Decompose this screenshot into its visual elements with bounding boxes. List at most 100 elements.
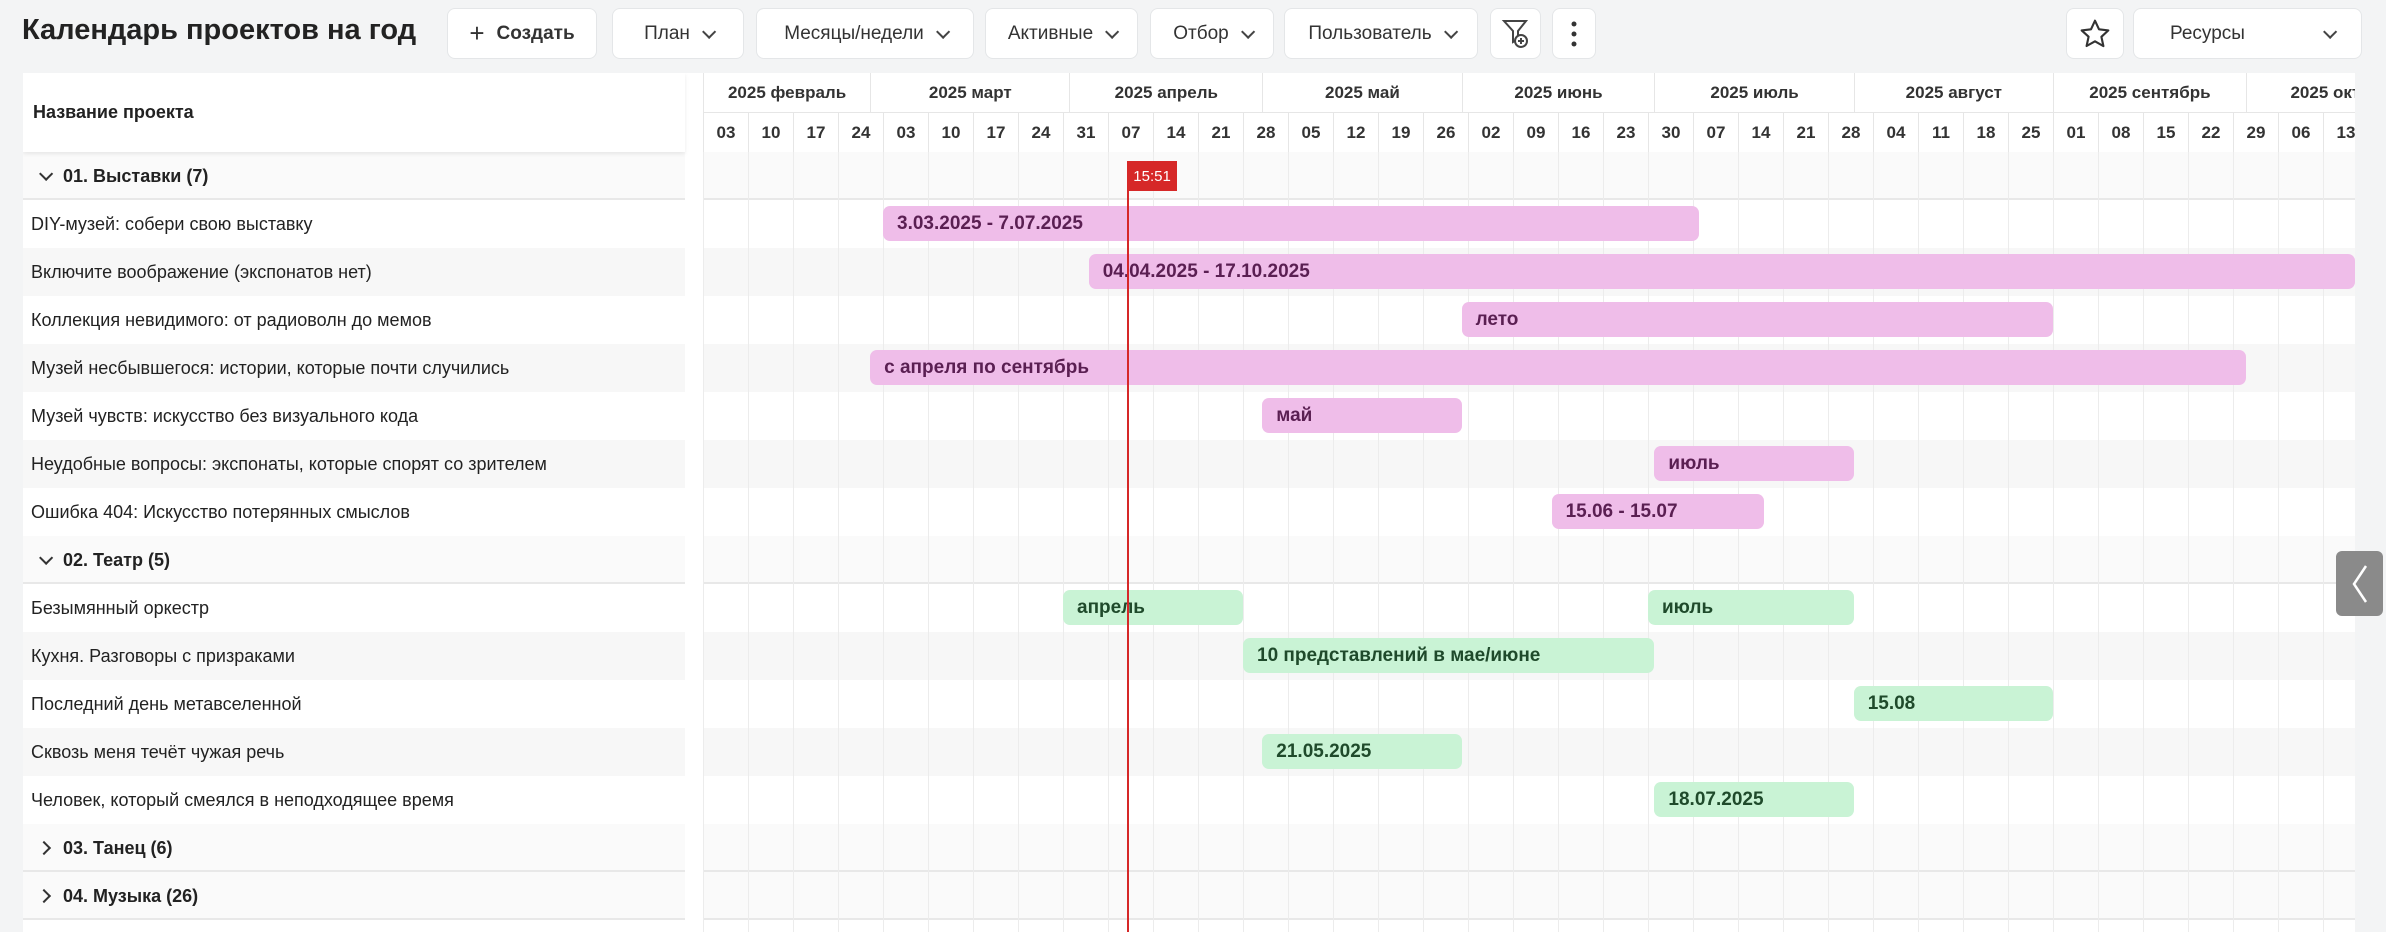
row-label: 01. Выставки (7) bbox=[31, 152, 208, 200]
timeline-bar[interactable]: 04.04.2025 - 17.10.2025 bbox=[1088, 254, 2355, 289]
chevron-down-icon[interactable] bbox=[39, 166, 54, 181]
chevron-down-icon bbox=[701, 24, 717, 39]
row-title: Кухня. Разговоры с призраками bbox=[31, 645, 295, 666]
row-label: Сквозь меня течёт чужая речь bbox=[31, 728, 284, 776]
month-header: 2025 июль bbox=[1654, 73, 1853, 112]
week-header: 30 bbox=[1648, 112, 1693, 152]
add-filter-button[interactable] bbox=[1490, 8, 1541, 59]
week-header: 17 bbox=[793, 112, 838, 152]
week-header: 07 bbox=[1693, 112, 1738, 152]
row-label: Коллекция невидимого: от радиоволн до ме… bbox=[31, 296, 432, 344]
timeline-bar[interactable]: апрель bbox=[1063, 590, 1243, 625]
week-header: 03 bbox=[703, 112, 748, 152]
timeline-bar[interactable]: 15.06 - 15.07 bbox=[1551, 494, 1764, 529]
week-header: 16 bbox=[1558, 112, 1603, 152]
timeline-bar[interactable]: лето bbox=[1461, 302, 2053, 337]
timeline-bar[interactable]: с апреля по сентябрь bbox=[870, 350, 2246, 385]
week-header: 14 bbox=[1738, 112, 1783, 152]
timeline-bar[interactable]: июль bbox=[1648, 590, 1854, 625]
resources-dropdown[interactable]: Ресурсы bbox=[2133, 8, 2362, 59]
more-vertical-icon bbox=[1571, 21, 1577, 46]
collapse-side-panel-button[interactable] bbox=[2336, 551, 2383, 616]
week-header: 21 bbox=[1783, 112, 1828, 152]
page-title: Календарь проектов на год bbox=[22, 14, 417, 46]
row-label: Ошибка 404: Искусство потерянных смыслов bbox=[31, 488, 410, 536]
row-label: Кухня. Разговоры с призраками bbox=[31, 632, 295, 680]
week-header: 29 bbox=[2233, 112, 2278, 152]
filter-dropdown[interactable]: Отбор bbox=[1150, 8, 1274, 59]
row-title: Сквозь меня течёт чужая речь bbox=[31, 741, 285, 762]
week-header: 17 bbox=[973, 112, 1018, 152]
week-header: 14 bbox=[1153, 112, 1198, 152]
more-button[interactable] bbox=[1552, 8, 1596, 59]
chevron-right-icon[interactable] bbox=[36, 840, 52, 856]
week-header: 28 bbox=[1828, 112, 1873, 152]
user-dropdown[interactable]: Пользователь bbox=[1284, 8, 1478, 59]
row-title: DIY-музей: собери свою выставку bbox=[31, 213, 313, 234]
favorite-button[interactable] bbox=[2066, 8, 2124, 59]
week-header: 07 bbox=[1108, 112, 1153, 152]
status-dropdown[interactable]: Активные bbox=[985, 8, 1138, 59]
timeline-bar[interactable]: 18.07.2025 bbox=[1654, 782, 1854, 817]
week-header: 01 bbox=[2053, 112, 2098, 152]
week-header: 10 bbox=[748, 112, 793, 152]
row-title: 02. Театр (5) bbox=[63, 549, 170, 570]
timeline-bar[interactable]: 21.05.2025 bbox=[1262, 734, 1462, 769]
timeline-bar[interactable]: 15.08 bbox=[1853, 686, 2053, 721]
row-title: 01. Выставки (7) bbox=[63, 165, 209, 186]
row-title: Человек, который смеялся в неподходящее … bbox=[31, 789, 454, 810]
grid-line bbox=[748, 152, 749, 932]
timeline-bar[interactable]: май bbox=[1262, 398, 1462, 433]
row-label: Музей несбывшегося: истории, которые поч… bbox=[31, 344, 509, 392]
timeline-bar[interactable]: июль bbox=[1654, 446, 1854, 481]
week-header: 11 bbox=[1918, 112, 1963, 152]
week-header: 26 bbox=[1423, 112, 1468, 152]
grid-line bbox=[703, 152, 704, 932]
row-title: Музей несбывшегося: истории, которые поч… bbox=[31, 357, 510, 378]
plan-dropdown[interactable]: План bbox=[612, 8, 744, 59]
month-header: 2025 март bbox=[870, 73, 1069, 112]
month-header: 2025 октябрь bbox=[2245, 73, 2355, 112]
week-header: 24 bbox=[1018, 112, 1063, 152]
row-label: Включите воображение (экспонатов нет) bbox=[31, 248, 372, 296]
month-header: 2025 апрель bbox=[1069, 73, 1262, 112]
timeline-bar[interactable]: 10 представлений в мае/июне bbox=[1243, 638, 1655, 673]
view-dropdown[interactable]: Месяцы/недели bbox=[756, 8, 974, 59]
chevron-right-icon[interactable] bbox=[36, 888, 52, 904]
chevron-left-icon bbox=[2351, 564, 2367, 603]
week-header: 19 bbox=[1378, 112, 1423, 152]
row-label: Безымянный оркестр bbox=[31, 584, 209, 632]
row-label: Последний день метавселенной bbox=[31, 680, 302, 728]
row-title: Последний день метавселенной bbox=[31, 693, 302, 714]
grid-line bbox=[1063, 152, 1064, 932]
name-column-header[interactable]: Название проекта bbox=[23, 73, 685, 152]
chevron-down-icon[interactable] bbox=[39, 550, 54, 565]
row-title: 04. Музыка (26) bbox=[63, 885, 199, 906]
row-label: Неудобные вопросы: экспонаты, которые сп… bbox=[31, 440, 547, 488]
week-header: 25 bbox=[2008, 112, 2053, 152]
week-header: 28 bbox=[1243, 112, 1288, 152]
timeline: 2025 февраль 2025 март 2025 апрель 2025 май… bbox=[703, 73, 2355, 932]
week-header: 13 bbox=[2323, 112, 2355, 152]
row-title: Коллекция невидимого: от радиоволн до ме… bbox=[31, 309, 432, 330]
row-title: 03. Танец (6) bbox=[63, 837, 173, 858]
row-title: Музей чувств: искусство без визуального … bbox=[31, 405, 419, 426]
grid-line bbox=[1018, 152, 1019, 932]
week-header: 09 bbox=[1513, 112, 1558, 152]
grid-line bbox=[928, 152, 929, 932]
row-label: 04. Музыка (26) bbox=[31, 872, 198, 920]
week-header: 23 bbox=[1603, 112, 1648, 152]
month-header: 2025 июнь bbox=[1461, 73, 1655, 112]
timeline-bar[interactable]: 3.03.2025 - 7.07.2025 bbox=[883, 206, 1700, 241]
create-button[interactable]: + Создать bbox=[447, 8, 597, 59]
column-divider bbox=[685, 152, 703, 932]
week-header: 22 bbox=[2188, 112, 2233, 152]
week-header: 06 bbox=[2278, 112, 2323, 152]
grid-line bbox=[973, 152, 974, 932]
star-icon bbox=[2080, 19, 2110, 47]
grid-line bbox=[838, 152, 839, 932]
month-header: 2025 август bbox=[1853, 73, 2053, 112]
week-header: 18 bbox=[1963, 112, 2008, 152]
row-label: 02. Театр (5) bbox=[31, 536, 170, 584]
week-header: 21 bbox=[1198, 112, 1243, 152]
